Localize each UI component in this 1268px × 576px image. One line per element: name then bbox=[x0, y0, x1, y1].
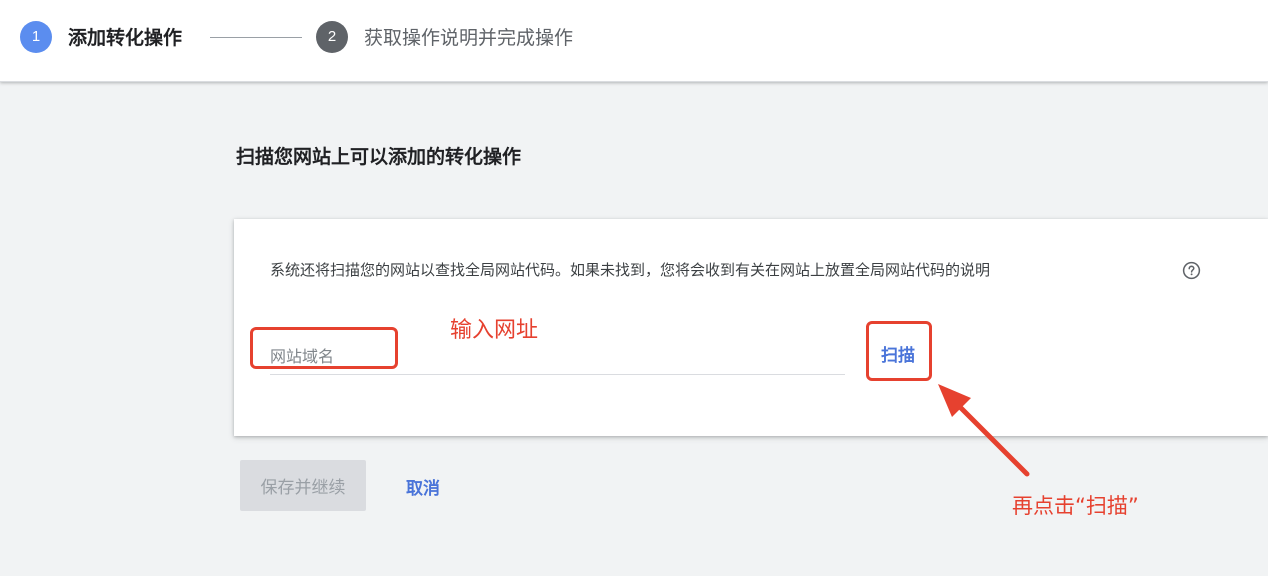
step-connector bbox=[210, 37, 302, 38]
cancel-button[interactable]: 取消 bbox=[393, 470, 453, 502]
input-hint-annotation: 输入网址 bbox=[450, 318, 539, 343]
website-domain-input[interactable] bbox=[270, 341, 845, 375]
save-and-continue-button[interactable]: 保存并继续 bbox=[240, 460, 366, 511]
help-circle-icon[interactable] bbox=[1182, 261, 1201, 280]
step-1-indicator: 1 bbox=[20, 21, 52, 53]
step-2-label: 获取操作说明并完成操作 bbox=[364, 27, 574, 49]
page-title: 扫描您网站上可以添加的转化操作 bbox=[236, 146, 522, 168]
scan-button[interactable]: 扫描 bbox=[874, 337, 922, 369]
stepper-header: 1 添加转化操作 2 获取操作说明并完成操作 bbox=[0, 0, 1268, 82]
scan-description: 系统还将扫描您的网站以查找全局网站代码。如果未找到，您将会收到有关在网站上放置全… bbox=[270, 261, 991, 279]
scan-hint-annotation: 再点击“扫描” bbox=[1012, 494, 1139, 518]
step-1-label: 添加转化操作 bbox=[68, 27, 183, 49]
step-2-indicator: 2 bbox=[316, 21, 348, 53]
scan-card: 系统还将扫描您的网站以查找全局网站代码。如果未找到，您将会收到有关在网站上放置全… bbox=[234, 219, 1268, 436]
